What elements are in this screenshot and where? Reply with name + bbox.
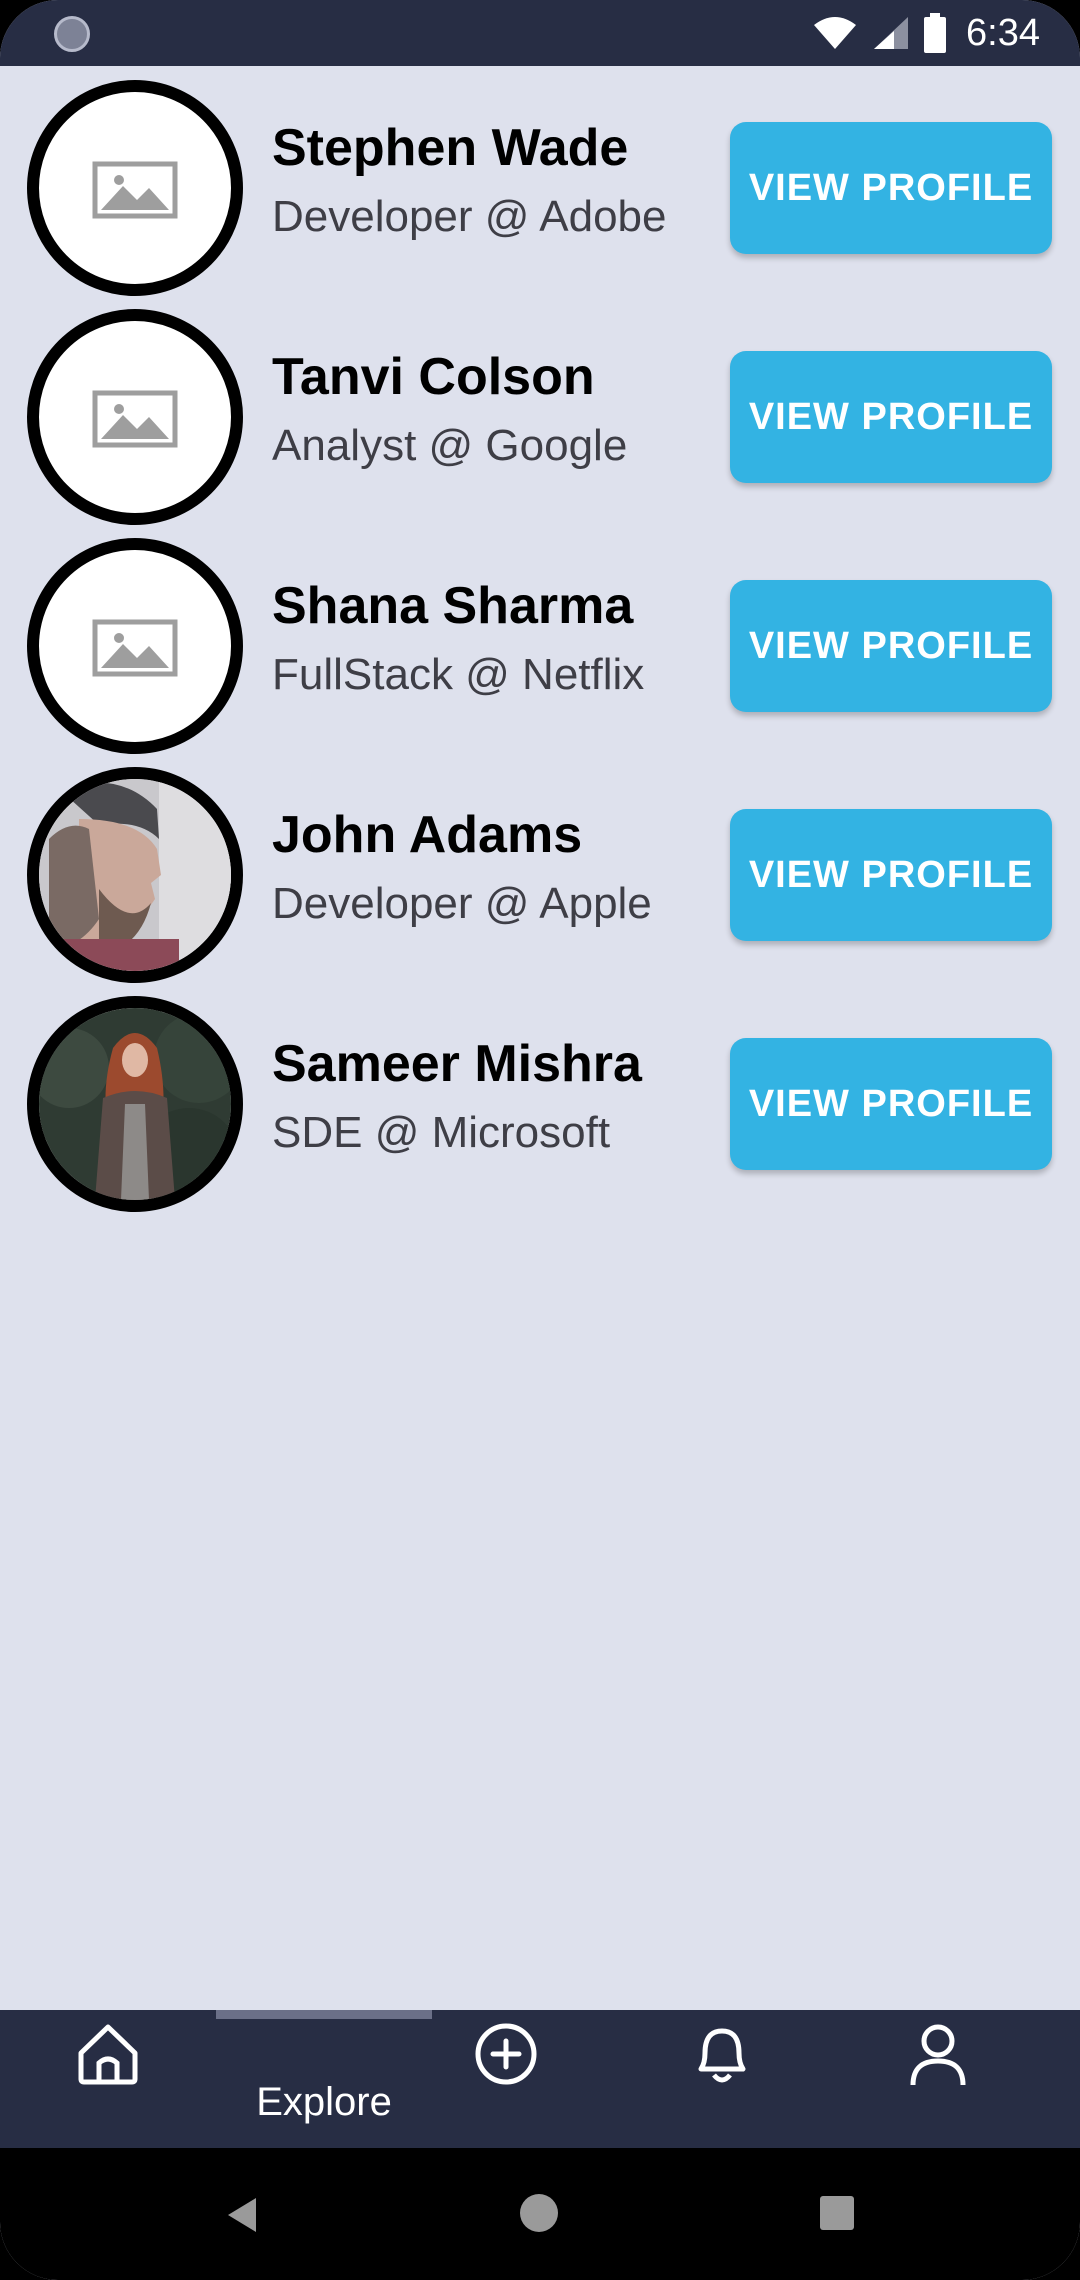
- notification-icon: [54, 16, 90, 52]
- avatar[interactable]: [27, 309, 243, 525]
- view-profile-button[interactable]: VIEW PROFILE: [730, 351, 1052, 483]
- placeholder-image-icon: [92, 619, 178, 677]
- profile-name: Tanvi Colson: [272, 348, 595, 406]
- profile-role: Developer @ Adobe: [272, 192, 667, 241]
- recent-apps-icon[interactable]: [820, 2196, 854, 2230]
- home-circle-icon[interactable]: [520, 2194, 558, 2232]
- view-profile-button[interactable]: VIEW PROFILE: [730, 122, 1052, 254]
- list-item: Stephen Wade Developer @ Adobe VIEW PROF…: [0, 66, 1080, 296]
- avatar[interactable]: [27, 767, 243, 983]
- profile-role: SDE @ Microsoft: [272, 1108, 611, 1157]
- bottom-navigation: Explore: [0, 2010, 1080, 2148]
- avatar[interactable]: [27, 80, 243, 296]
- profile-role: Developer @ Apple: [272, 879, 652, 928]
- avatar[interactable]: [27, 538, 243, 754]
- photo-man-profile: [39, 779, 231, 971]
- list-item: Sameer Mishra SDE @ Microsoft VIEW PROFI…: [0, 982, 1080, 1212]
- status-icons: 6:34: [812, 8, 1040, 58]
- view-profile-button[interactable]: VIEW PROFILE: [730, 1038, 1052, 1170]
- wifi-icon: [814, 17, 857, 49]
- bell-icon: [698, 2028, 746, 2083]
- profile-list: Stephen Wade Developer @ Adobe VIEW PROF…: [0, 66, 1080, 1212]
- nav-home[interactable]: [0, 2010, 216, 2148]
- profile-name: Stephen Wade: [272, 119, 629, 177]
- nav-add[interactable]: [398, 2010, 614, 2148]
- photo-woman-forest: [39, 1008, 231, 1200]
- add-circle-icon: [475, 2023, 537, 2085]
- avatar[interactable]: [27, 996, 243, 1212]
- profile-name: Shana Sharma: [272, 577, 634, 635]
- list-item: John Adams Developer @ Apple VIEW PROFIL…: [0, 753, 1080, 983]
- status-bar: 6:34: [0, 0, 1080, 66]
- back-icon[interactable]: [224, 2196, 260, 2234]
- app-screen: 6:34 Stephen Wade Developer @ Adobe VIEW…: [0, 0, 1080, 2280]
- list-item: Tanvi Colson Analyst @ Google VIEW PROFI…: [0, 295, 1080, 525]
- nav-notifications[interactable]: [614, 2010, 830, 2148]
- view-profile-button[interactable]: VIEW PROFILE: [730, 580, 1052, 712]
- view-profile-button[interactable]: VIEW PROFILE: [730, 809, 1052, 941]
- battery-icon: [924, 13, 947, 53]
- home-icon: [78, 2024, 138, 2085]
- status-time: 6:34: [966, 11, 1040, 54]
- placeholder-image-icon: [92, 390, 178, 448]
- system-navigation-bar: [0, 2148, 1080, 2280]
- profile-role: FullStack @ Netflix: [272, 650, 645, 699]
- list-item: Shana Sharma FullStack @ Netflix VIEW PR…: [0, 524, 1080, 754]
- user-icon: [910, 2024, 966, 2086]
- profile-role: Analyst @ Google: [272, 421, 628, 470]
- profile-name: John Adams: [272, 806, 583, 864]
- placeholder-image-icon: [92, 161, 178, 219]
- profile-name: Sameer Mishra: [272, 1035, 642, 1093]
- signal-icon: [874, 17, 909, 49]
- nav-profile[interactable]: [830, 2010, 1046, 2148]
